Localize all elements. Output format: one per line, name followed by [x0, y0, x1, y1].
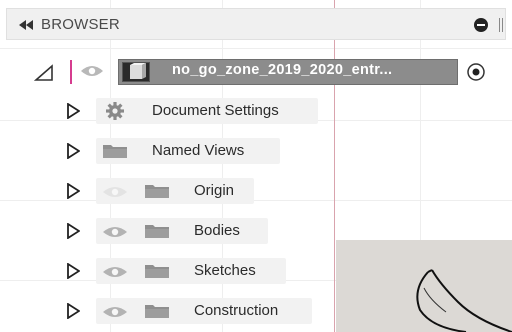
tree-item-sketches[interactable]: Sketches: [0, 256, 340, 286]
collapsed-triangle-icon[interactable]: [66, 263, 80, 279]
tree-item-origin[interactable]: Origin: [0, 176, 340, 206]
root-component-name: no_go_zone_2019_2020_entr...: [172, 62, 393, 78]
eye-icon[interactable]: [102, 305, 128, 319]
folder-icon: [145, 225, 169, 238]
collapse-double-arrow-icon[interactable]: [17, 17, 37, 33]
eye-icon[interactable]: [102, 225, 128, 239]
collapsed-triangle-icon[interactable]: [66, 223, 80, 239]
model-outline: [336, 240, 512, 332]
collapsed-triangle-icon[interactable]: [66, 303, 80, 319]
grid-line: [0, 48, 512, 49]
tree-item-label: Sketches: [194, 262, 256, 279]
active-indicator: [70, 60, 72, 84]
eye-hidden-icon[interactable]: [102, 185, 128, 199]
panel-grip-icon[interactable]: [498, 17, 504, 33]
tree-item-named-views[interactable]: Named Views: [0, 136, 340, 166]
folder-icon: [145, 265, 169, 278]
collapsed-triangle-icon[interactable]: [66, 183, 80, 199]
eye-icon[interactable]: [102, 265, 128, 279]
minimize-icon[interactable]: [473, 17, 489, 33]
tree-item-document-settings[interactable]: Document Settings: [0, 96, 340, 126]
folder-icon: [103, 145, 127, 158]
folder-icon: [145, 185, 169, 198]
tree-item-bodies[interactable]: Bodies: [0, 216, 340, 246]
viewport-canvas[interactable]: [336, 240, 512, 332]
panel-title: BROWSER: [41, 16, 120, 33]
collapsed-triangle-icon[interactable]: [66, 103, 80, 119]
gear-icon: [106, 102, 124, 120]
tree-item-label: Named Views: [152, 142, 245, 159]
tree-item-label: Document Settings: [152, 102, 279, 119]
tree-item-label: Bodies: [194, 222, 240, 239]
tree-item-construction[interactable]: Construction: [0, 296, 340, 326]
browser-header: BROWSER: [6, 8, 506, 40]
tree-root-row[interactable]: no_go_zone_2019_2020_entr...: [0, 56, 512, 88]
activate-radio-icon[interactable]: [466, 62, 486, 82]
tree-item-label: Origin: [194, 182, 235, 199]
eye-icon[interactable]: [80, 64, 104, 78]
document-icon: [122, 62, 150, 82]
expanded-triangle-icon[interactable]: [34, 64, 54, 82]
collapsed-triangle-icon[interactable]: [66, 143, 80, 159]
folder-icon: [145, 305, 169, 318]
tree-item-label: Construction: [194, 302, 279, 319]
